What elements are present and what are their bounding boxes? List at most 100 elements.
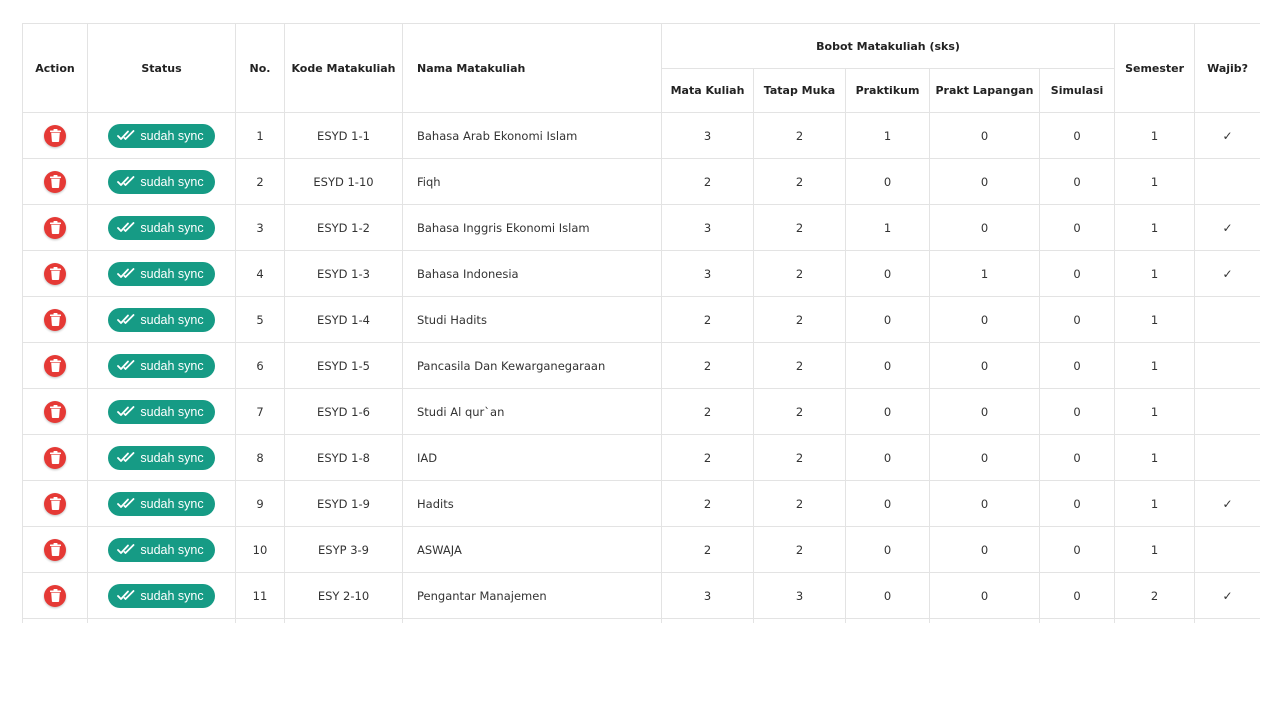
status-label: sudah sync	[140, 542, 204, 557]
tatap-muka-cell: 2	[753, 296, 846, 343]
delete-button[interactable]	[44, 584, 66, 607]
trash-icon	[49, 175, 61, 188]
table-row: sudah sync 6 ESYD 1-5 Pancasila Dan Kewa…	[22, 342, 1260, 389]
delete-button[interactable]	[44, 446, 66, 469]
action-cell	[22, 434, 88, 481]
status-cell: sudah sync	[87, 388, 236, 435]
delete-button[interactable]	[44, 170, 66, 193]
status-cell: sudah sync	[87, 250, 236, 297]
trash-icon	[49, 405, 61, 418]
header-nama-matakuliah: Nama Matakuliah	[402, 23, 662, 113]
double-check-icon	[117, 176, 135, 186]
tatap-muka-cell: 2	[753, 480, 846, 527]
status-badge: sudah sync	[108, 307, 215, 332]
trash-icon	[49, 313, 61, 326]
prakt-lapangan-cell: 0	[929, 342, 1040, 389]
kode-cell: ESYD 1-9	[284, 480, 403, 527]
header-tatap-muka: Tatap Muka	[753, 68, 846, 113]
tatap-muka-cell: 2	[753, 158, 846, 205]
semester-cell: 1	[1114, 158, 1196, 205]
simulasi-cell	[1038, 618, 1116, 623]
praktikum-cell: 0	[845, 434, 930, 481]
double-check-icon	[117, 268, 135, 278]
table-row: sudah sync 10 ESYP 3-9 ASWAJA 2 2 0 0 0 …	[22, 526, 1260, 573]
wajib-cell	[1194, 342, 1260, 389]
mata-kuliah-cell: 2	[661, 158, 754, 205]
header-semester: Semester	[1114, 23, 1196, 113]
trash-icon	[49, 359, 61, 372]
delete-button[interactable]	[44, 124, 66, 147]
table-row: sudah sync 9 ESYD 1-9 Hadits 2 2 0 0 0 1…	[22, 480, 1260, 527]
action-cell	[22, 480, 88, 527]
simulasi-cell: 0	[1038, 480, 1116, 527]
header-wajib: Wajib?	[1194, 23, 1260, 113]
mata-kuliah-cell: 3	[661, 250, 754, 297]
simulasi-cell: 0	[1038, 526, 1116, 573]
check-icon: ✓	[1222, 220, 1233, 235]
wajib-cell: ✓	[1194, 250, 1260, 297]
status-label: sudah sync	[140, 266, 204, 281]
kode-cell: ESYD 1-1	[284, 112, 403, 159]
semester-cell: 1	[1114, 526, 1196, 573]
wajib-cell: ✓	[1194, 204, 1260, 251]
mata-kuliah-cell: 2	[661, 342, 754, 389]
status-label: sudah sync	[140, 404, 204, 419]
check-icon: ✓	[1222, 588, 1233, 603]
wajib-cell	[1194, 526, 1260, 573]
mata-kuliah-cell	[661, 618, 754, 623]
simulasi-cell: 0	[1038, 296, 1116, 343]
table-body: sudah sync 1 ESYD 1-1 Bahasa Arab Ekonom…	[22, 112, 1260, 623]
delete-button[interactable]	[44, 354, 66, 377]
praktikum-cell: 1	[845, 204, 930, 251]
delete-button[interactable]	[44, 262, 66, 285]
tatap-muka-cell: 2	[753, 526, 846, 573]
status-cell: sudah sync	[87, 572, 236, 619]
praktikum-cell: 1	[845, 112, 930, 159]
tatap-muka-cell: 3	[753, 572, 846, 619]
praktikum-cell: 0	[845, 342, 930, 389]
mata-kuliah-cell: 2	[661, 526, 754, 573]
semester-cell: 1	[1114, 480, 1196, 527]
action-cell	[22, 296, 88, 343]
nama-cell: Bahasa Inggris Ekonomi Islam	[402, 204, 662, 251]
double-check-icon	[117, 452, 135, 462]
delete-button[interactable]	[44, 492, 66, 515]
trash-icon	[49, 129, 61, 142]
nama-cell: Hadits	[402, 480, 662, 527]
trash-icon	[49, 589, 61, 602]
header-prakt-lapangan: Prakt Lapangan	[929, 68, 1040, 113]
trash-icon	[49, 543, 61, 556]
status-cell: sudah sync	[87, 480, 236, 527]
semester-cell: 1	[1114, 112, 1196, 159]
prakt-lapangan-cell: 1	[929, 250, 1040, 297]
simulasi-cell: 0	[1038, 342, 1116, 389]
nama-cell	[402, 618, 662, 623]
status-badge: sudah sync	[108, 353, 215, 378]
status-cell: sudah sync	[87, 296, 236, 343]
semester-cell: 1	[1114, 250, 1196, 297]
table-row: sudah sync 3 ESYD 1-2 Bahasa Inggris Eko…	[22, 204, 1260, 251]
delete-button[interactable]	[44, 538, 66, 561]
semester-cell: 1	[1114, 388, 1196, 435]
action-cell	[22, 526, 88, 573]
mata-kuliah-cell: 2	[661, 434, 754, 481]
status-badge: sudah sync	[108, 445, 215, 470]
status-cell: sudah sync	[87, 204, 236, 251]
kode-cell: ESYD 1-10	[284, 158, 403, 205]
wajib-cell	[1194, 434, 1260, 481]
nama-cell: Pengantar Manajemen	[402, 572, 662, 619]
tatap-muka-cell: 2	[753, 342, 846, 389]
simulasi-cell: 0	[1038, 572, 1116, 619]
delete-button[interactable]	[44, 308, 66, 331]
delete-button[interactable]	[44, 400, 66, 423]
no-cell: 10	[235, 526, 285, 573]
wajib-cell	[1194, 296, 1260, 343]
status-label: sudah sync	[140, 496, 204, 511]
status-badge: sudah sync	[108, 537, 215, 562]
nama-cell: Bahasa Arab Ekonomi Islam	[402, 112, 662, 159]
mata-kuliah-cell: 2	[661, 480, 754, 527]
table-row: sudah sync 4 ESYD 1-3 Bahasa Indonesia 3…	[22, 250, 1260, 297]
delete-button[interactable]	[44, 216, 66, 239]
semester-cell: 1	[1114, 342, 1196, 389]
header-status: Status	[87, 23, 236, 113]
